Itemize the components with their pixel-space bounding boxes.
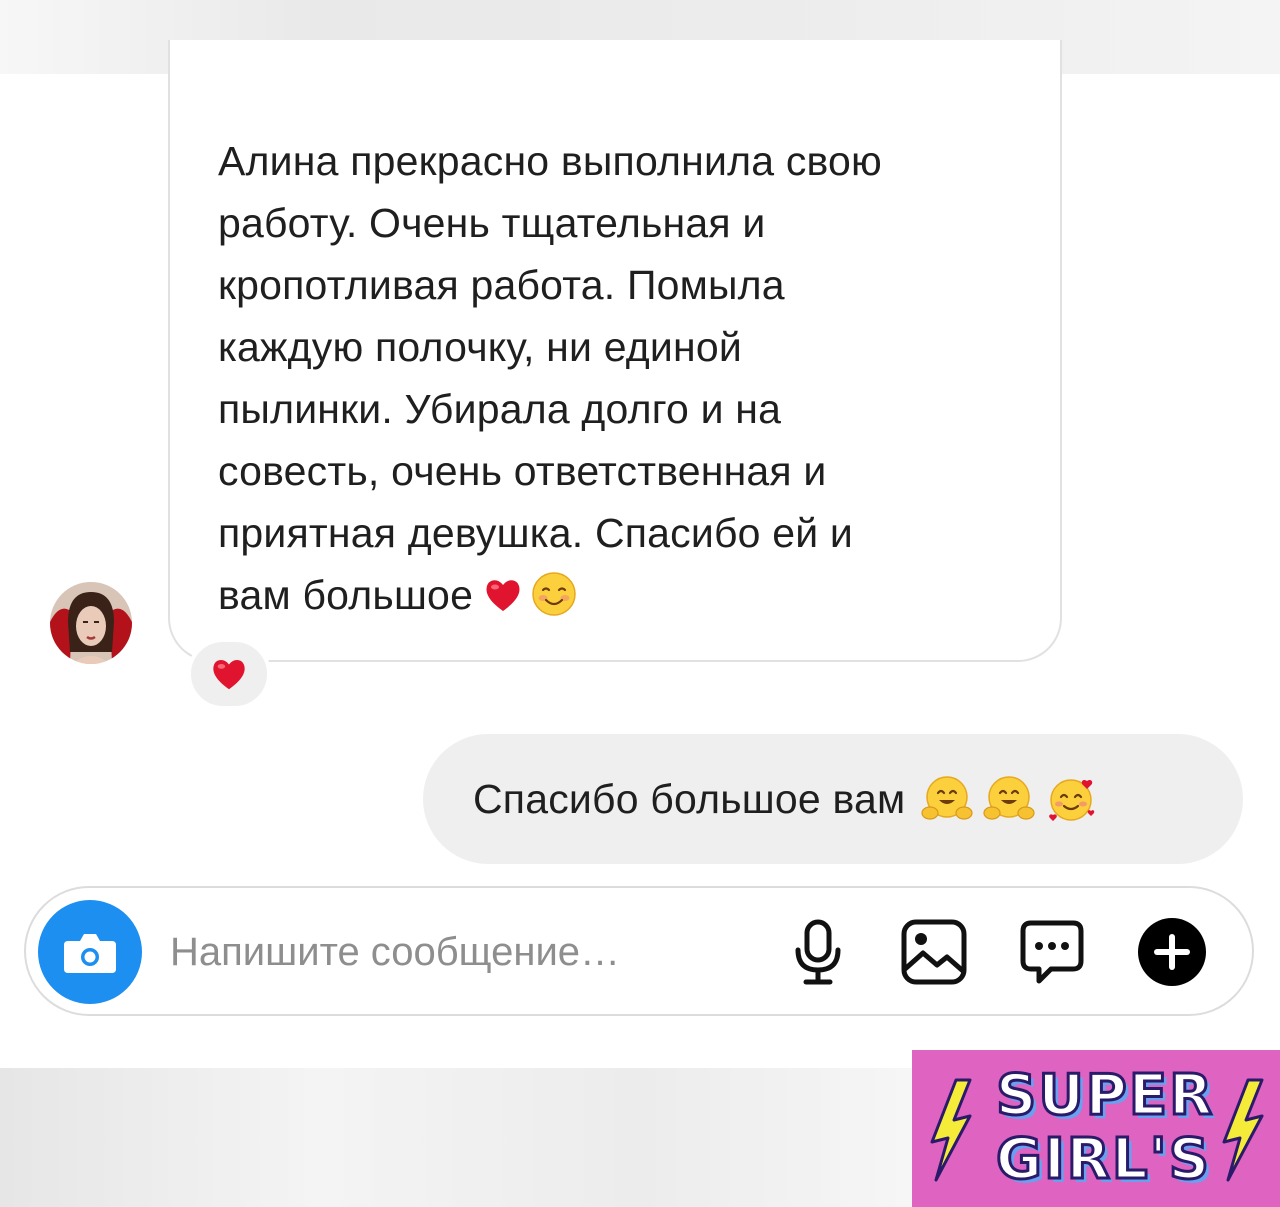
outgoing-message-bubble[interactable]: Спасибо большое вам [423,734,1243,864]
hugging-face-icon [921,776,973,820]
camera-icon [64,934,116,973]
image-icon [901,919,967,985]
outgoing-message-text: Спасибо большое вам [473,775,906,822]
bottom-background [0,1068,912,1207]
avatar-portrait-icon [50,582,132,664]
red-heart-icon [213,659,245,690]
super-girls-logo: SUPER GIRL'S [912,1050,1280,1207]
chat-screen: Алина прекрасно выполнила свою работу. О… [0,0,1280,1207]
plus-circle-icon [1138,918,1206,986]
message-reaction[interactable] [187,638,271,710]
sticker-button[interactable] [1016,916,1088,988]
add-button[interactable] [1136,916,1208,988]
avatar[interactable] [50,582,132,664]
message-input[interactable] [170,918,730,986]
logo-line-1: SUPER [994,1063,1215,1128]
hugging-face-icon [983,776,1035,820]
logo-line-2: GIRL'S [994,1127,1212,1192]
smiling-face-with-hearts-icon [1049,779,1095,821]
incoming-message-text: Алина прекрасно выполнила свою работу. О… [218,130,1038,626]
microphone-icon [795,919,841,985]
microphone-button[interactable] [782,916,854,988]
gallery-button[interactable] [898,916,970,988]
red-heart-icon [486,580,520,611]
camera-button[interactable] [38,900,142,1004]
incoming-message-body: Алина прекрасно выполнила свою работу. О… [218,138,883,618]
smiling-face-icon [532,572,576,616]
chat-bubble-icon [1020,920,1084,984]
